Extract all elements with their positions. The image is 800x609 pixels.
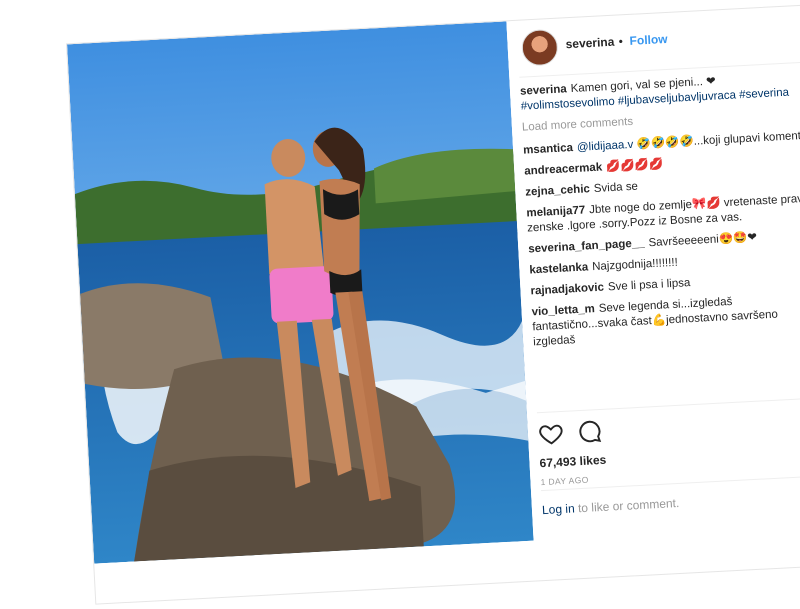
caption-username[interactable]: severina xyxy=(520,83,567,97)
comment-text: Svida se xyxy=(593,180,639,195)
comment-mention[interactable]: @lidijaaa.v xyxy=(577,139,634,154)
comment-username[interactable]: zejna_cehic xyxy=(525,183,590,198)
comment-text: Najzgodnija!!!!!!!! xyxy=(591,256,679,274)
comment-username[interactable]: melanija77 xyxy=(526,204,585,219)
comment-username[interactable]: andreacermak xyxy=(524,162,603,178)
post-sidebar: severina • Follow severina Kamen gori, va… xyxy=(516,5,800,540)
comment-text: Savršeeeeeni😍🤩❤ xyxy=(648,231,758,250)
post-actions: 67,493 likes 1 DAY AGO xyxy=(536,397,800,491)
follow-button[interactable]: Follow xyxy=(629,32,668,49)
comment-username[interactable]: msantica xyxy=(523,142,573,157)
login-prompt-text: to like or comment. xyxy=(574,495,680,516)
comment-username[interactable]: rajnadjakovic xyxy=(530,282,604,298)
comment-username[interactable]: kastelanka xyxy=(529,261,588,276)
screenshot-stage: severina • Follow severina Kamen gori, va… xyxy=(0,0,800,605)
comment-icon[interactable] xyxy=(577,418,604,445)
comment-username[interactable]: vio_letta_m xyxy=(531,303,595,318)
comment-username[interactable]: severina_fan_page__ xyxy=(528,237,645,255)
comment-text: 💋💋💋💋 xyxy=(605,158,664,174)
post-header: severina • Follow xyxy=(516,5,800,78)
photo-illustration xyxy=(66,21,534,564)
instagram-post: severina • Follow severina Kamen gori, va… xyxy=(65,3,800,605)
heart-icon[interactable] xyxy=(537,420,564,447)
comment-text: Sve li psa i lipsa xyxy=(607,277,691,294)
avatar[interactable] xyxy=(520,28,559,67)
comment-item: vio_letta_m Seve legenda si...izgledaš fa… xyxy=(531,290,800,350)
header-username[interactable]: severina xyxy=(565,35,614,53)
post-photo[interactable] xyxy=(66,21,534,564)
comment-text: 🤣🤣🤣🤣...koji glupavi komentar xyxy=(633,129,800,151)
login-link[interactable]: Log in xyxy=(542,501,575,517)
comments-list: severina Kamen gori, val se pjeni... ❤ #v… xyxy=(520,70,800,357)
header-separator: • xyxy=(618,34,624,49)
